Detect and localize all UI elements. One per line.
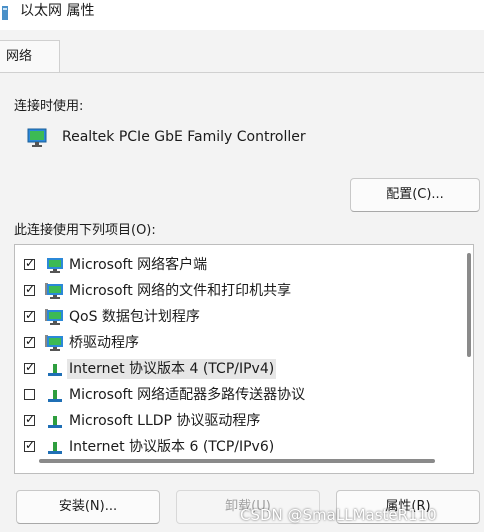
tab-network[interactable]: 网络 bbox=[0, 40, 60, 73]
item-label: Microsoft 网络适配器多路传送器协议 bbox=[69, 387, 306, 403]
item-label: QoS 数据包计划程序 bbox=[69, 309, 200, 325]
item-checkbox[interactable] bbox=[24, 389, 35, 400]
item-checkbox[interactable]: ✓ bbox=[24, 438, 35, 452]
items-list[interactable]: ✓ Microsoft 网络客户端 ✓ Microsoft 网络的文件和打印机共… bbox=[14, 244, 474, 474]
network-adapter-icon bbox=[27, 128, 47, 147]
horizontal-scrollbar[interactable] bbox=[39, 459, 435, 463]
list-item[interactable]: ✓ Microsoft LLDP 协议驱动程序 bbox=[15, 408, 455, 434]
network-client-icon bbox=[47, 258, 63, 273]
network-service-icon bbox=[45, 335, 63, 351]
items-label: 此连接使用下列项目(O): bbox=[14, 223, 156, 238]
network-service-icon bbox=[45, 309, 63, 325]
protocol-icon bbox=[48, 442, 62, 454]
list-item[interactable]: Microsoft 网络适配器多路传送器协议 bbox=[15, 382, 455, 408]
item-checkbox[interactable]: ✓ bbox=[24, 412, 35, 426]
title-bar: 以太网 属性 bbox=[0, 0, 484, 30]
connect-using-label: 连接时使用: bbox=[14, 99, 84, 114]
list-item[interactable]: ✓ Microsoft 网络客户端 bbox=[15, 252, 455, 278]
item-label: Microsoft 网络客户端 bbox=[69, 257, 208, 273]
list-item[interactable]: ✓ 桥驱动程序 bbox=[15, 330, 455, 356]
protocol-icon bbox=[48, 416, 62, 428]
list-item-selected[interactable]: ✓ Internet 协议版本 4 (TCP/IPv4) bbox=[15, 356, 455, 382]
item-checkbox[interactable]: ✓ bbox=[24, 282, 35, 296]
tab-panel-border bbox=[0, 72, 484, 73]
item-label: Internet 协议版本 4 (TCP/IPv4) bbox=[67, 359, 277, 379]
install-button[interactable]: 安装(N)... bbox=[16, 490, 160, 524]
adapter-name: Realtek PCIe GbE Family Controller bbox=[62, 129, 306, 145]
item-label: Microsoft 网络的文件和打印机共享 bbox=[69, 283, 292, 299]
item-label: Internet 协议版本 6 (TCP/IPv6) bbox=[69, 439, 275, 455]
item-checkbox[interactable]: ✓ bbox=[24, 256, 35, 270]
item-checkbox[interactable]: ✓ bbox=[24, 360, 35, 374]
list-item[interactable]: ✓ Microsoft 网络的文件和打印机共享 bbox=[15, 278, 455, 304]
protocol-icon bbox=[48, 390, 62, 402]
list-item[interactable]: ✓ QoS 数据包计划程序 bbox=[15, 304, 455, 330]
watermark: CSDN @SmaLLMasteR110 bbox=[240, 506, 437, 524]
vertical-scrollbar[interactable] bbox=[467, 253, 471, 357]
item-label: 桥驱动程序 bbox=[69, 335, 139, 351]
protocol-icon bbox=[48, 364, 62, 376]
item-checkbox[interactable]: ✓ bbox=[24, 334, 35, 348]
item-label: Microsoft LLDP 协议驱动程序 bbox=[69, 413, 261, 429]
item-checkbox[interactable]: ✓ bbox=[24, 308, 35, 322]
window-title: 以太网 属性 bbox=[20, 3, 95, 19]
network-service-icon bbox=[45, 283, 63, 299]
configure-button[interactable]: 配置(C)... bbox=[350, 178, 480, 212]
tab-strip: 网络 bbox=[0, 40, 484, 73]
list-item[interactable]: ✓ Internet 协议版本 6 (TCP/IPv6) bbox=[15, 434, 455, 460]
network-adapter-icon bbox=[2, 6, 8, 20]
